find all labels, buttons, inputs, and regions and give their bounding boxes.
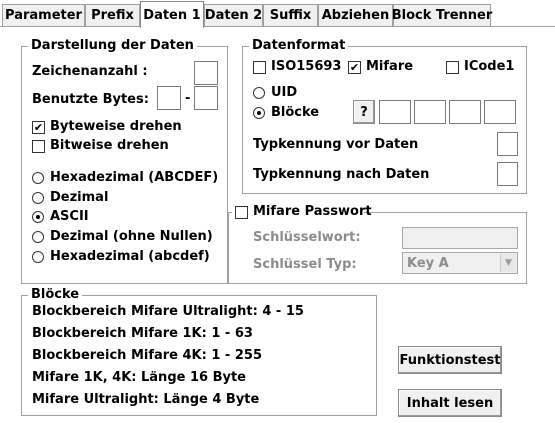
format-radio-hex-upper[interactable]: [32, 172, 44, 184]
block-input-1[interactable]: [379, 100, 411, 124]
iso15693-label: ISO15693: [271, 59, 342, 74]
bloecke-label: Blöcke: [271, 105, 320, 120]
zeichenanzahl-input[interactable]: [194, 61, 218, 85]
tab-panel-border: [0, 26, 555, 27]
format-radio-ascii[interactable]: [32, 211, 44, 223]
typkennung-vor-label: Typkennung vor Daten: [253, 137, 419, 152]
format-label-hex-lower: Hexadezimal (abcdef): [50, 249, 210, 264]
format-radio-dezimal-ohne-nullen[interactable]: [32, 231, 44, 243]
bytes-to-input[interactable]: [194, 86, 218, 110]
iso15693-checkbox[interactable]: [253, 61, 266, 74]
bytes-dash: -: [185, 91, 191, 106]
bloecke-radio[interactable]: [253, 107, 265, 119]
zeichenanzahl-label: Zeichenanzahl :: [32, 64, 148, 79]
block-input-4[interactable]: [484, 100, 516, 124]
format-label-ascii: ASCII: [50, 209, 89, 224]
format-radio-dezimal[interactable]: [32, 192, 44, 204]
format-label-dezimal-ohne-nullen: Dezimal (ohne Nullen): [50, 229, 213, 244]
schluessel-typ-label: Schlüssel Typ:: [253, 257, 357, 272]
block-input-2[interactable]: [414, 100, 446, 124]
help-button[interactable]: ?: [353, 100, 375, 124]
icode1-checkbox[interactable]: [446, 61, 459, 74]
daten1-tab-page: Parameter Prefix Daten 1 Daten 2 Suffix …: [0, 0, 555, 423]
bloecke-info-line: Blockbereich Mifare 1K: 1 - 63: [32, 326, 253, 341]
tab-abziehen[interactable]: Abziehen: [318, 4, 393, 26]
tab-suffix[interactable]: Suffix: [263, 4, 318, 26]
mifare-passwort-checkbox[interactable]: [235, 206, 248, 219]
tab-parameter[interactable]: Parameter: [2, 4, 85, 26]
schluessel-typ-select[interactable]: Key A ▼: [402, 252, 518, 274]
bloecke-info-title: Blöcke: [28, 287, 83, 303]
tab-prefix[interactable]: Prefix: [85, 4, 140, 26]
mifare-checkbox[interactable]: ✔: [348, 61, 361, 74]
datenformat-title: Datenformat: [249, 38, 349, 54]
tab-strip: Parameter Prefix Daten 1 Daten 2 Suffix …: [0, 0, 555, 28]
uid-radio[interactable]: [253, 87, 265, 99]
schluessel-typ-value: Key A: [407, 256, 449, 271]
schluesselwort-label: Schlüsselwort:: [253, 230, 361, 245]
benutzte-bytes-label: Benutzte Bytes:: [32, 92, 149, 107]
schluesselwort-input[interactable]: [402, 227, 518, 249]
typkennung-vor-input[interactable]: [497, 132, 518, 156]
tab-daten-2[interactable]: Daten 2: [204, 4, 263, 26]
icode1-label: ICode1: [464, 59, 515, 74]
bloecke-info-line: Mifare 1K, 4K: Länge 16 Byte: [32, 370, 246, 385]
format-radio-hex-lower[interactable]: [32, 251, 44, 263]
format-label-dezimal: Dezimal: [50, 190, 109, 205]
typkennung-nach-input[interactable]: [497, 162, 518, 186]
bloecke-info-line: Mifare Ultralight: Länge 4 Byte: [32, 392, 260, 407]
typkennung-nach-label: Typkennung nach Daten: [253, 167, 430, 182]
inhalt-lesen-button[interactable]: Inhalt lesen: [398, 389, 502, 417]
darstellung-title: Darstellung der Daten: [28, 38, 197, 54]
mifare-passwort-label: Mifare Passwort: [253, 204, 372, 219]
tab-daten-1[interactable]: Daten 1: [140, 1, 204, 28]
uid-label: UID: [271, 85, 298, 100]
byteweise-checkbox[interactable]: ✔: [32, 121, 45, 134]
format-label-hex-upper: Hexadezimal (ABCDEF): [50, 170, 219, 185]
tab-block-trenner[interactable]: Block Trenner: [392, 4, 492, 26]
bytes-from-input[interactable]: [157, 86, 181, 110]
bitweise-label: Bitweise drehen: [50, 138, 169, 153]
bloecke-info-line: Blockbereich Mifare Ultralight: 4 - 15: [32, 304, 304, 319]
block-input-3[interactable]: [449, 100, 481, 124]
byteweise-label: Byteweise drehen: [50, 119, 182, 134]
bitweise-checkbox[interactable]: [32, 140, 45, 153]
mifare-label: Mifare: [366, 59, 414, 74]
bloecke-info-line: Blockbereich Mifare 4K: 1 - 255: [32, 348, 262, 363]
funktionstest-button[interactable]: Funktionstest: [398, 346, 502, 374]
chevron-down-icon: ▼: [500, 254, 516, 272]
